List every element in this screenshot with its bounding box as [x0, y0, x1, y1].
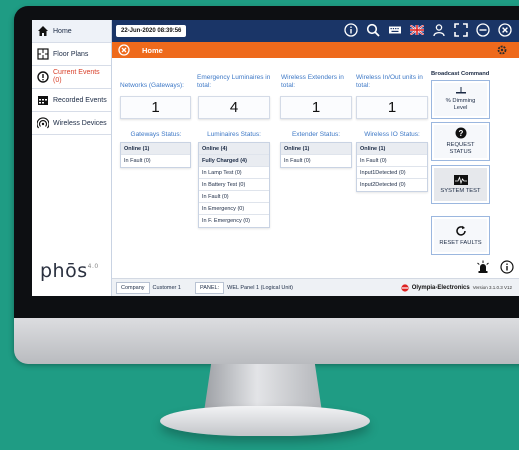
sidebar-item-label: Current Events [53, 69, 100, 76]
list-item: In Fault (0) [199, 191, 269, 203]
info-icon[interactable] [343, 22, 359, 38]
list-item: In Battery Test (0) [199, 179, 269, 191]
user-icon[interactable] [431, 22, 447, 38]
uk-flag-icon[interactable] [409, 22, 425, 38]
dimming-level-button[interactable]: % Dimming Level [431, 80, 490, 119]
broadcast-command-title: Broadcast Command [431, 71, 490, 77]
reset-faults-button[interactable]: RESET FAULTS [431, 216, 490, 255]
company-value: Customer 1 [152, 284, 181, 291]
wireless-icon [36, 117, 49, 130]
alarm-light-icon[interactable] [476, 260, 490, 274]
panel-value: WEL Panel 1 (Logical Unit) [227, 284, 293, 291]
list-item: In Fault (0) [284, 158, 311, 164]
brand: Olympia-Electronics Version 3.1.0.3 V12 [401, 283, 512, 292]
pulse-icon [453, 174, 468, 188]
list-item: Fully Charged (4) [199, 155, 269, 167]
home-icon [36, 25, 49, 38]
list-item: Online (1) [357, 143, 427, 155]
list-item: In Lamp Test (0) [199, 167, 269, 179]
sidebar-item-floor-plans[interactable]: Floor Plans [32, 43, 111, 66]
list-item: In Emergency (0) [199, 203, 269, 215]
list-item: Input2Detected (0) [360, 182, 406, 188]
top-bar: 22-Jun-2020 08:39:56 [112, 20, 519, 42]
list-item: Online (4) [199, 143, 269, 155]
luminaires-label: Emergency Luminaires in total: [197, 74, 271, 89]
list-item: Online (1) [281, 143, 351, 155]
refresh-icon [455, 225, 467, 240]
monitor-stand-base [160, 406, 370, 436]
current-events-count: (0) [53, 77, 62, 84]
list-item: In F. Emergency (0) [202, 218, 250, 224]
gateways-status-list: Online (1) In Fault (0) [120, 142, 191, 168]
sidebar-item-label: Home [53, 27, 72, 35]
fullscreen-icon[interactable] [453, 22, 469, 38]
keyboard-icon[interactable] [387, 22, 403, 38]
floor-plan-icon [36, 48, 49, 61]
extenders-label: Wireless Extenders in total: [281, 74, 344, 89]
wireless-io-label: Wireless In/Out units in total: [356, 74, 423, 89]
status-footer: Company Customer 1 PANEL: WEL Panel 1 (L… [112, 278, 519, 296]
luminaires-status-title: Luminaires Status: [207, 131, 261, 138]
app-screen: Home Floor Plans Current Events (0) Reco… [32, 20, 519, 296]
settings-icon[interactable] [497, 45, 507, 55]
wireless-io-status-title: Wireless IO Status: [364, 131, 420, 138]
calendar-icon [36, 94, 49, 107]
list-item: In Fault (0) [124, 158, 151, 164]
close-home-icon[interactable] [118, 44, 130, 56]
corner-icons [476, 260, 514, 274]
monitor-stand-neck [204, 364, 322, 412]
datetime-display: 22-Jun-2020 08:39:56 [116, 25, 187, 37]
sidebar-item-home[interactable]: Home [32, 20, 111, 43]
extender-status-title: Extender Status: [291, 131, 341, 138]
wireless-io-count: 1 [356, 96, 428, 119]
title-bar: Home [112, 42, 519, 58]
gateways-status-title: Gateways Status: [130, 131, 182, 138]
olympia-logo-icon [401, 283, 409, 292]
question-icon: ? [455, 127, 467, 142]
phos-logo: phōs4.0 [40, 260, 99, 282]
sidebar-item-current-events[interactable]: Current Events (0) [32, 66, 111, 89]
panel-label: PANEL: [194, 281, 225, 294]
sidebar-item-label: Floor Plans [53, 50, 89, 58]
dimming-icon [455, 87, 467, 98]
svg-text:?: ? [458, 129, 463, 138]
system-test-button[interactable]: SYSTEM TEST [431, 165, 490, 204]
networks-count: 1 [120, 96, 191, 119]
search-icon[interactable] [365, 22, 381, 38]
sidebar-item-label: Recorded Events [53, 96, 107, 104]
luminaires-status-list: Online (4) Fully Charged (4) In Lamp Tes… [198, 142, 270, 228]
networks-label: Networks (Gateways): [120, 82, 184, 89]
monitor-chin [14, 318, 519, 364]
wireless-io-status-list: Online (1) In Fault (0) Input1Detected (… [356, 142, 428, 192]
sidebar-item-wireless-devices[interactable]: Wireless Devices [32, 112, 111, 135]
close-icon[interactable] [497, 22, 513, 38]
brand-name: Olympia-Electronics [411, 284, 470, 291]
minus-icon[interactable] [475, 22, 491, 38]
list-item: Input1Detected (0) [357, 167, 427, 179]
luminaires-count: 4 [198, 96, 270, 119]
list-item: In Fault (0) [357, 155, 427, 167]
extender-status-list: Online (1) In Fault (0) [280, 142, 352, 168]
page-title: Home [142, 45, 163, 55]
list-item: Online (1) [121, 143, 190, 155]
extenders-count: 1 [280, 96, 352, 119]
info-circle-icon[interactable] [500, 260, 514, 274]
sidebar-item-recorded-events[interactable]: Recorded Events [32, 89, 111, 112]
version-text: Version 3.1.0.3 V12 [472, 285, 512, 290]
sidebar: Home Floor Plans Current Events (0) Reco… [32, 20, 112, 296]
sidebar-item-label: Wireless Devices [53, 119, 107, 127]
company-label: Company [116, 281, 150, 294]
request-status-button[interactable]: ? REQUEST STATUS [431, 122, 490, 161]
alert-icon [36, 71, 49, 84]
